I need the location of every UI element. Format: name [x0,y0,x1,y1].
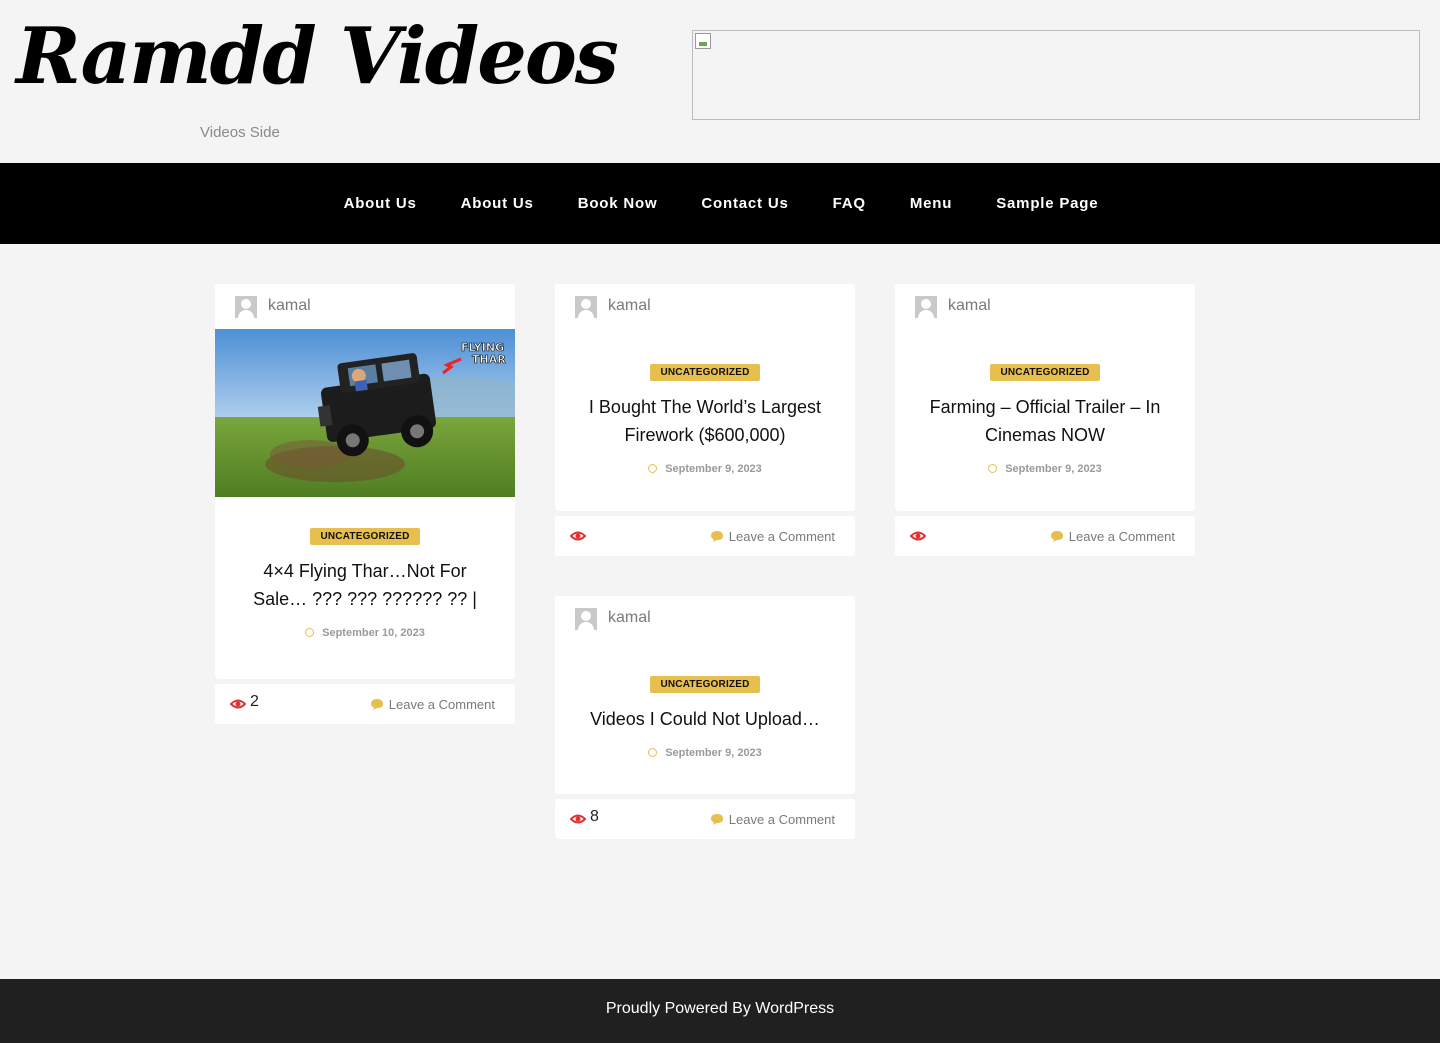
post-card-body: kamal UNCATEGORIZED Videos I Could Not U… [555,596,855,794]
avatar-icon [915,296,937,318]
author-name[interactable]: kamal [608,297,651,315]
post-card-body: kamal FLYING THAR UNCATEGORIZED 4×4 Flyi… [215,284,515,679]
post-title[interactable]: 4×4 Flying Thar…Not For Sale… ??? ??? ??… [215,557,515,613]
site-footer: Proudly Powered By WordPress [0,979,1440,1043]
post-date-text: September 9, 2023 [665,747,762,759]
post-date[interactable]: September 9, 2023 [895,463,1195,475]
views-count: 8 [590,808,599,825]
post-card: kamal UNCATEGORIZED Farming – Official T… [895,284,1195,556]
clock-icon [305,628,315,637]
nav-item-book-now[interactable]: Book Now [578,195,658,212]
views-count: 2 [250,693,259,710]
nav-item-contact-us[interactable]: Contact Us [701,195,788,212]
post-date-text: September 10, 2023 [322,627,425,639]
post-card: kamal FLYING THAR UNCATEGORIZED 4×4 Flyi… [215,284,515,724]
leave-comment-label: Leave a Comment [728,529,835,544]
post-date[interactable]: September 9, 2023 [555,747,855,759]
comment-icon [370,699,383,710]
post-card: kamal UNCATEGORIZED Videos I Could Not U… [555,596,855,839]
svg-text:THAR: THAR [472,353,506,366]
post-author: kamal [215,284,515,329]
site-header: Ramdd Videos Videos Side [0,0,1440,163]
post-date-text: September 9, 2023 [665,463,762,475]
post-title[interactable]: I Bought The World’s Largest Firework ($… [555,393,855,449]
site-title[interactable]: Ramdd Videos [16,18,619,96]
nav-item-menu[interactable]: Menu [910,195,952,212]
footer-credit[interactable]: Proudly Powered By WordPress [0,1000,1440,1018]
nav-item-about-us-2[interactable]: About Us [461,195,534,212]
nav-item-about-us[interactable]: About Us [344,195,417,212]
category-badge[interactable]: UNCATEGORIZED [990,364,1100,381]
post-card: kamal UNCATEGORIZED I Bought The World’s… [555,284,855,556]
post-title[interactable]: Farming – Official Trailer – In Cinemas … [895,393,1195,449]
post-author: kamal [895,284,1195,329]
leave-comment-label: Leave a Comment [1068,529,1175,544]
nav-list: About Us About Us Book Now Contact Us FA… [0,163,1440,244]
post-card-footer: 8 Leave a Comment [555,799,855,839]
category-badge[interactable]: UNCATEGORIZED [310,528,420,545]
post-thumbnail[interactable]: FLYING THAR [215,329,515,497]
author-name[interactable]: kamal [948,297,991,315]
eye-icon [910,531,926,541]
post-card-body: kamal UNCATEGORIZED Farming – Official T… [895,284,1195,511]
thumbnail-image: FLYING THAR [215,329,515,497]
author-name[interactable]: kamal [268,297,311,315]
header-banner-image[interactable] [692,30,1420,120]
comment-icon [710,814,723,825]
post-author: kamal [555,596,855,641]
comment-icon [1050,531,1063,542]
clock-icon [648,464,658,473]
eye-icon [570,531,586,541]
leave-comment-link[interactable]: Leave a Comment [710,529,835,544]
post-date[interactable]: September 9, 2023 [555,463,855,475]
broken-image-icon [695,33,711,49]
comment-icon [710,531,723,542]
post-card-footer: Leave a Comment [895,516,1195,556]
eye-icon [230,699,246,709]
post-date[interactable]: September 10, 2023 [215,627,515,639]
post-title[interactable]: Videos I Could Not Upload… [555,705,855,733]
avatar-icon [575,296,597,318]
post-author: kamal [555,284,855,329]
clock-icon [648,748,658,757]
leave-comment-link[interactable]: Leave a Comment [1050,529,1175,544]
category-badge[interactable]: UNCATEGORIZED [650,364,760,381]
category-badge[interactable]: UNCATEGORIZED [650,676,760,693]
post-card-body: kamal UNCATEGORIZED I Bought The World’s… [555,284,855,511]
post-date-text: September 9, 2023 [1005,463,1102,475]
leave-comment-link[interactable]: Leave a Comment [370,697,495,712]
avatar-icon [575,608,597,630]
eye-icon [570,814,586,824]
leave-comment-label: Leave a Comment [388,697,495,712]
clock-icon [988,464,998,473]
leave-comment-link[interactable]: Leave a Comment [710,812,835,827]
nav-item-faq[interactable]: FAQ [833,195,866,212]
avatar-icon [235,296,257,318]
main-nav: About Us About Us Book Now Contact Us FA… [0,163,1440,244]
author-name[interactable]: kamal [608,609,651,627]
post-card-footer: 2 Leave a Comment [215,684,515,724]
site-tagline: Videos Side [200,124,280,141]
nav-item-sample-page[interactable]: Sample Page [996,195,1098,212]
leave-comment-label: Leave a Comment [728,812,835,827]
post-card-footer: Leave a Comment [555,516,855,556]
